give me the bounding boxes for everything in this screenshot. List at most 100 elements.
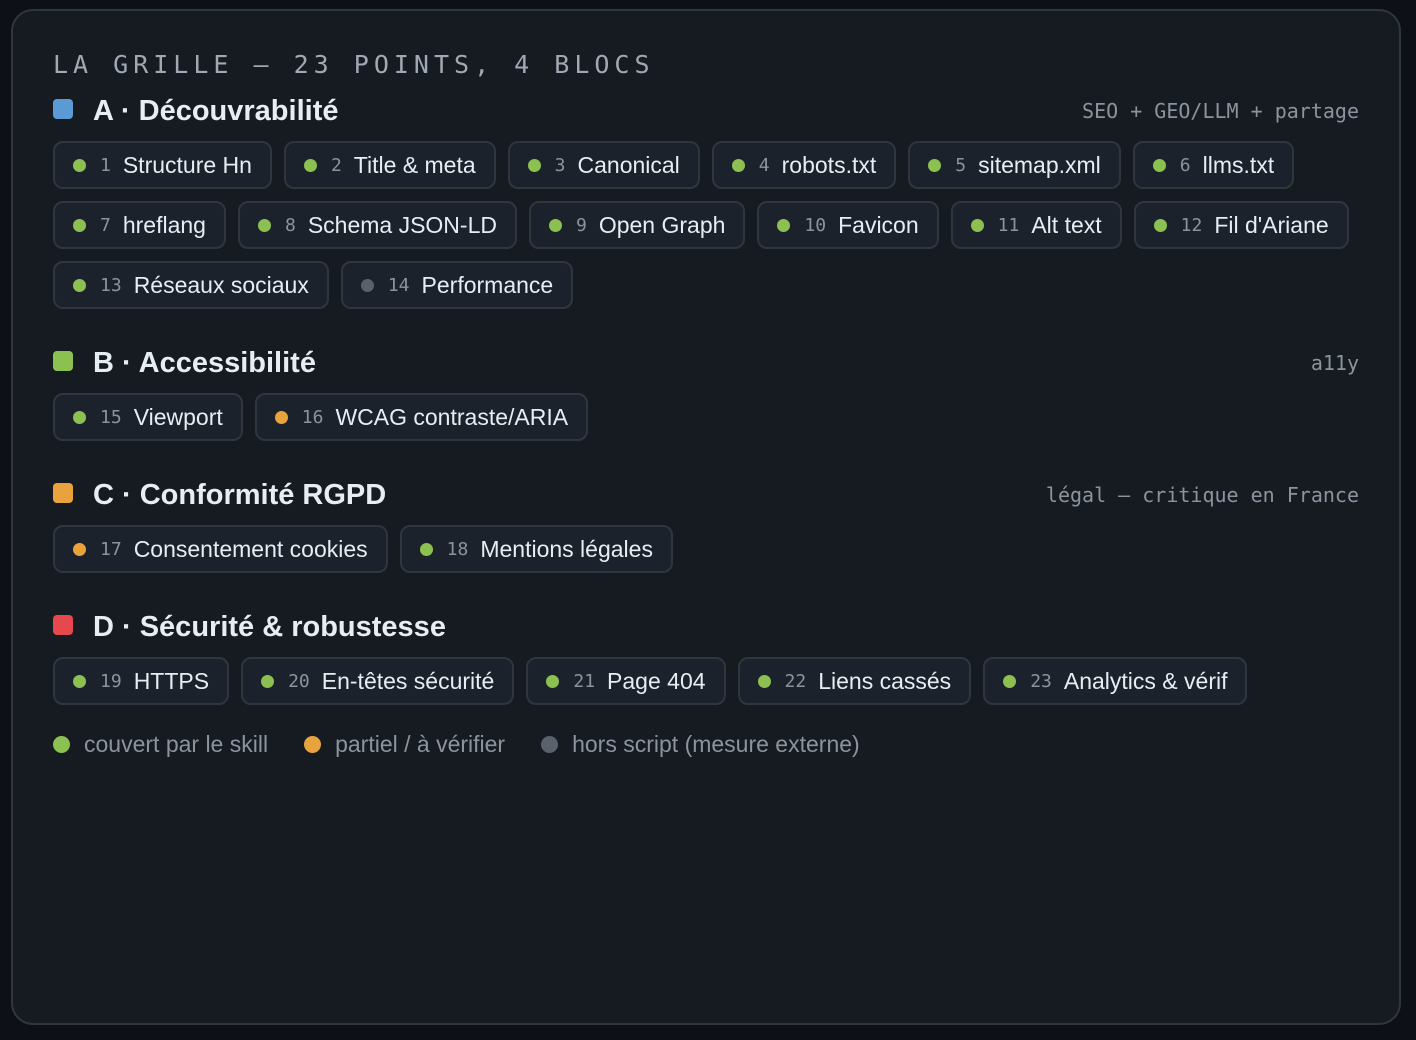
chip-number: 16 <box>301 406 324 428</box>
blocks-container: A · Découvrabilité SEO + GEO/LLM + partag… <box>53 93 1359 705</box>
checklist-chip-6: 6 llms.txt <box>1132 141 1295 189</box>
chip-label: Favicon <box>838 211 919 238</box>
checklist-chip-16: 16 WCAG contraste/ARIA <box>254 393 589 441</box>
chip-label: Performance <box>421 271 554 298</box>
status-dot-covered <box>257 218 271 232</box>
chip-number: 4 <box>758 154 770 176</box>
checklist-chip-22: 22 Liens cassés <box>737 657 972 705</box>
checklist-chip-10: 10 Favicon <box>757 201 939 249</box>
status-dot-covered <box>1152 158 1166 172</box>
chip-number: 6 <box>1179 154 1191 176</box>
chip-number: 3 <box>554 154 566 176</box>
status-dot-covered <box>419 542 433 556</box>
chip-label: Page 404 <box>607 667 706 694</box>
checklist-chip-23: 23 Analytics & vérif <box>983 657 1248 705</box>
checklist-chip-13: 13 Réseaux sociaux <box>53 261 329 309</box>
block-note: légal — critique en France <box>1045 483 1359 507</box>
status-dot-covered <box>777 218 791 232</box>
checklist-chip-3: 3 Canonical <box>507 141 700 189</box>
checklist-chip-4: 4 robots.txt <box>711 141 897 189</box>
block-note: a11y <box>1310 351 1359 375</box>
checklist-chip-11: 11 Alt text <box>950 201 1122 249</box>
status-dot-covered <box>261 674 275 688</box>
status-dot-covered <box>970 218 984 232</box>
chip-label: Alt text <box>1031 211 1102 238</box>
status-dot-covered <box>548 218 562 232</box>
chip-label: Fil d'Ariane <box>1214 211 1329 238</box>
checklist-chip-18: 18 Mentions légales <box>399 525 673 573</box>
checklist-chip-15: 15 Viewport <box>53 393 243 441</box>
block-items-d: 19 HTTPS 20 En-têtes sécurité 21 Page 404 22 Li… <box>53 657 1359 705</box>
status-dot-covered <box>73 218 86 232</box>
checklist-chip-5: 5 sitemap.xml <box>908 141 1121 189</box>
block-note: SEO + GEO/LLM + partage <box>1082 99 1359 123</box>
status-dot-covered <box>73 158 86 172</box>
chip-label: Consentement cookies <box>133 535 368 562</box>
legend-item-external: hors script (mesure externe) <box>541 731 860 758</box>
chip-number: 14 <box>387 274 410 296</box>
status-dot-covered <box>303 158 317 172</box>
chip-number: 10 <box>804 214 827 236</box>
legend-dot-covered <box>53 736 70 753</box>
status-dot-covered <box>757 674 771 688</box>
chip-label: WCAG contraste/ARIA <box>335 403 569 430</box>
status-dot-covered <box>73 278 86 292</box>
chip-number: 15 <box>100 406 122 428</box>
status-dot-covered <box>546 674 560 688</box>
chip-label: Open Graph <box>598 211 726 238</box>
block-header-b: B · Accessibilité a11y <box>53 345 1359 381</box>
checklist-chip-17: 17 Consentement cookies <box>53 525 388 573</box>
block-name: C · Conformité RGPD <box>93 478 387 511</box>
status-legend: couvert par le skill partiel / à vérifier… <box>53 731 1359 758</box>
chip-label: Canonical <box>577 151 680 178</box>
chip-label: llms.txt <box>1202 151 1275 178</box>
status-dot-covered <box>1003 674 1017 688</box>
chip-number: 18 <box>446 538 469 560</box>
checklist-chip-14: 14 Performance <box>340 261 574 309</box>
chip-label: HTTPS <box>133 667 210 694</box>
status-dot-covered <box>527 158 541 172</box>
checklist-chip-1: 1 Structure Hn <box>53 141 272 189</box>
chip-number: 7 <box>100 214 111 236</box>
chip-number: 20 <box>288 670 310 692</box>
chip-number: 19 <box>100 670 122 692</box>
block-items-a: 1 Structure Hn 2 Title & meta 3 Canonical 4 rob… <box>53 141 1359 309</box>
block-color-swatch <box>53 615 73 635</box>
legend-item-partial: partiel / à vérifier <box>304 731 505 758</box>
chip-label: Liens cassés <box>818 667 952 694</box>
chip-label: Schema JSON-LD <box>307 211 497 238</box>
block-color-swatch <box>53 99 73 119</box>
chip-number: 8 <box>284 214 296 236</box>
chip-label: Analytics & vérif <box>1063 667 1228 694</box>
checklist-chip-2: 2 Title & meta <box>283 141 496 189</box>
status-dot-covered <box>731 158 745 172</box>
status-dot-partial <box>73 542 86 556</box>
block-header-a: A · Découvrabilité SEO + GEO/LLM + partag… <box>53 93 1359 129</box>
panel-title: LA GRILLE — 23 POINTS, 4 BLOCS <box>53 50 655 79</box>
chip-label: Réseaux sociaux <box>133 271 309 298</box>
checklist-chip-9: 9 Open Graph <box>528 201 746 249</box>
chip-label: robots.txt <box>781 151 877 178</box>
status-dot-covered <box>928 158 942 172</box>
chip-label: Structure Hn <box>122 151 252 178</box>
block-color-swatch <box>53 483 73 503</box>
block-title-group: A · Découvrabilité <box>53 95 338 128</box>
legend-dot-external <box>541 736 559 753</box>
legend-item-covered: couvert par le skill <box>53 731 268 758</box>
block-title-group: D · Sécurité & robustesse <box>53 611 446 644</box>
chip-label: Title & meta <box>353 151 476 178</box>
chip-label: Mentions légales <box>480 535 653 562</box>
legend-dot-partial <box>304 736 322 753</box>
block-name: A · Découvrabilité <box>93 94 339 127</box>
checklist-chip-8: 8 Schema JSON-LD <box>237 201 517 249</box>
checklist-chip-12: 12 Fil d'Ariane <box>1133 201 1349 249</box>
checklist-chip-19: 19 HTTPS <box>53 657 230 705</box>
chip-number: 5 <box>955 154 967 176</box>
chip-label: hreflang <box>122 211 206 238</box>
checklist-chip-7: 7 hreflang <box>53 201 226 249</box>
chip-number: 2 <box>330 154 342 176</box>
block-items-c: 17 Consentement cookies 18 Mentions légales <box>53 525 1359 573</box>
block-color-swatch <box>53 351 73 371</box>
checklist-chip-20: 20 En-têtes sécurité <box>241 657 515 705</box>
grid-panel: LA GRILLE — 23 POINTS, 4 BLOCS A · Décou… <box>11 9 1401 1025</box>
